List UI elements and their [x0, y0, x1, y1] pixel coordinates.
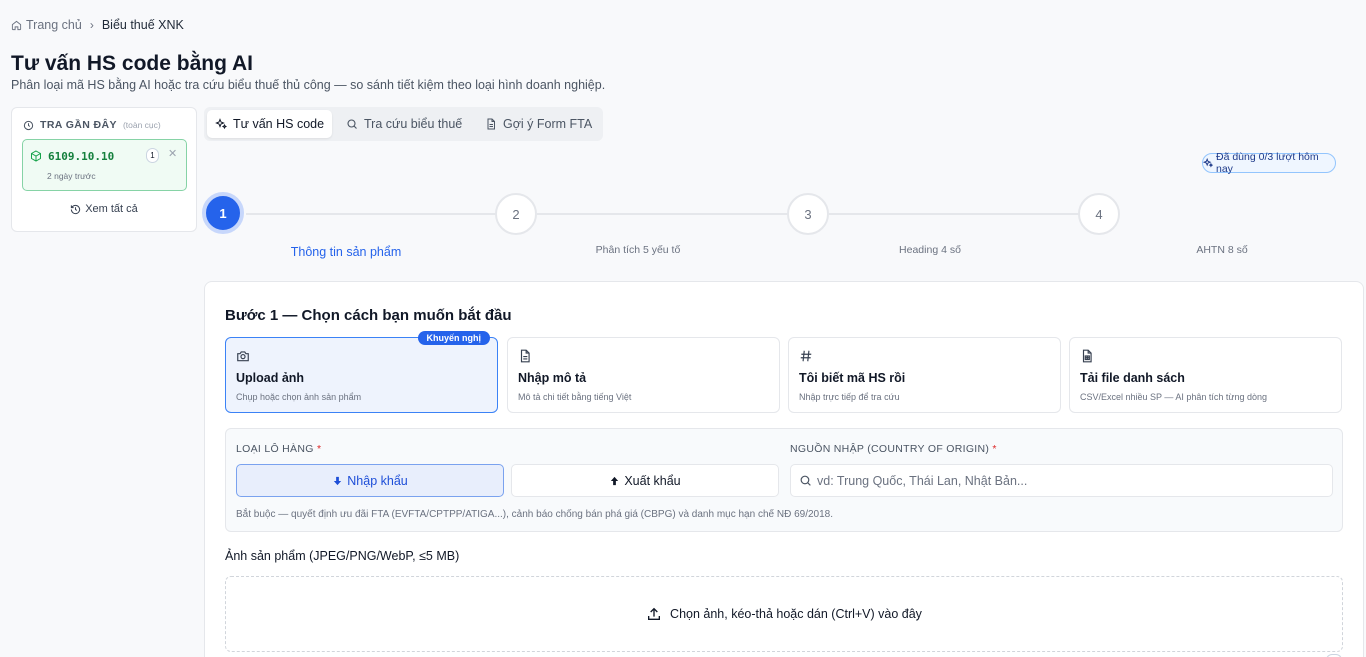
spreadsheet-icon [1080, 349, 1094, 363]
option-desc: CSV/Excel nhiều SP — AI phân tích từng d… [1080, 392, 1267, 402]
origin-label-text: NGUỒN NHẬP (COUNTRY OF ORIGIN) [790, 443, 990, 455]
dropzone-text: Chọn ảnh, kéo-thả hoặc dán (Ctrl+V) vào … [670, 607, 922, 621]
arrow-down-icon [332, 475, 343, 487]
step-2-label: Phân tích 5 yếu tố [595, 244, 681, 256]
recent-lookups-scope: (toàn cục) [122, 120, 161, 130]
upload-icon [646, 606, 662, 622]
option-name: Tôi biết mã HS rồi [799, 371, 906, 385]
image-upload-label: Ảnh sản phẩm (JPEG/PNG/WebP, ≤5 MB) [225, 549, 460, 563]
import-label: Nhập khẩu [347, 473, 408, 488]
breadcrumb-home-label: Trang chủ [26, 18, 82, 32]
usage-badge: Đã dùng 0/3 lượt hôm nay [1202, 151, 1336, 175]
option-desc: Chụp hoặc chọn ảnh sản phẩm [236, 392, 362, 402]
step-connector [829, 213, 1079, 215]
step-2-indicator: 2 [495, 193, 537, 235]
step-4-indicator: 4 [1078, 193, 1120, 235]
arrow-up-icon [609, 475, 620, 487]
shipment-type-label: LOẠI LÔ HÀNG * [236, 443, 321, 455]
option-desc: Mô tả chi tiết bằng tiếng Việt [518, 392, 632, 402]
recent-lookups-card: TRA GẦN ĐÂY (toàn cục) 6109.10.10 1 ✕ 2 … [11, 107, 197, 232]
page-title: Tư vấn HS code bằng AI [11, 52, 253, 75]
step-3-label: Heading 4 số [899, 244, 961, 256]
search-icon [346, 118, 358, 130]
origin-field[interactable] [790, 464, 1333, 497]
option-name: Nhập mô tả [518, 371, 587, 385]
document-icon [485, 118, 497, 130]
recent-lookups-title: TRA GẦN ĐÂY [40, 119, 117, 131]
option-upload-list-file[interactable]: Tải file danh sách CSV/Excel nhiều SP — … [1069, 337, 1342, 413]
sparkles-icon [1203, 158, 1213, 168]
breadcrumb-current: Biểu thuế XNK [101, 18, 184, 32]
export-button[interactable]: Xuất khẩu [511, 464, 779, 497]
home-icon [11, 20, 22, 31]
shipment-form: LOẠI LÔ HÀNG * Nhập khẩu Xuất khẩu NGUỒN… [225, 428, 1343, 532]
origin-input[interactable] [817, 465, 1327, 496]
option-name: Tải file danh sách [1080, 371, 1185, 385]
recent-item-code: 6109.10.10 [48, 150, 115, 163]
tab-fta-form[interactable]: Gợi ý Form FTA [477, 110, 600, 138]
breadcrumb: Trang chủ › Biểu thuế XNK [11, 18, 184, 32]
step-1-panel: Bước 1 — Chọn cách bạn muốn bắt đầu Khuy… [204, 281, 1364, 657]
tab-label: Tra cứu biểu thuế [364, 117, 463, 131]
breadcrumb-home-link[interactable]: Trang chủ [11, 18, 82, 32]
option-upload-image[interactable]: Khuyến nghị Upload ảnh Chụp hoặc chọn ản… [225, 331, 498, 413]
tab-label: Tư vấn HS code [233, 117, 325, 131]
option-enter-description[interactable]: Nhập mô tả Mô tả chi tiết bằng tiếng Việ… [507, 337, 780, 413]
option-name: Upload ảnh [236, 371, 305, 385]
tab-tariff-lookup[interactable]: Tra cứu biểu thuế [338, 110, 470, 138]
step-1-title: Bước 1 — Chọn cách bạn muốn bắt đầu [225, 307, 512, 324]
option-desc: Nhập trực tiếp để tra cứu [799, 392, 900, 402]
tab-label: Gợi ý Form FTA [503, 117, 593, 131]
recent-item-time: 2 ngày trước [47, 171, 96, 181]
search-icon [799, 474, 812, 487]
hash-icon [799, 349, 813, 363]
recent-lookups-header: TRA GẦN ĐÂY (toàn cục) [23, 119, 161, 131]
shipment-type-label-text: LOẠI LÔ HÀNG [236, 443, 314, 455]
import-button[interactable]: Nhập khẩu [236, 464, 504, 497]
tab-hs-advisor[interactable]: Tư vấn HS code [207, 110, 333, 138]
required-mark: * [992, 443, 997, 455]
camera-icon [236, 349, 250, 363]
step-1-label: Thông tin sản phẩm [290, 245, 402, 259]
step-4-label: AHTN 8 số [1196, 244, 1248, 256]
package-icon [30, 150, 42, 162]
view-all-label: Xem tất cả [85, 203, 138, 215]
chevron-right-icon: › [89, 18, 94, 32]
view-all-button[interactable]: Xem tất cả [12, 203, 196, 215]
sparkles-icon [215, 118, 227, 130]
image-dropzone[interactable]: Chọn ảnh, kéo-thả hoặc dán (Ctrl+V) vào … [225, 576, 1343, 652]
mode-tabs: Tư vấn HS code Tra cứu biểu thuế Gợi ý F… [204, 107, 603, 141]
recent-item[interactable]: 6109.10.10 1 ✕ 2 ngày trước [22, 139, 187, 191]
step-connector [537, 213, 788, 215]
close-icon[interactable]: ✕ [168, 147, 177, 160]
page-subtitle: Phân loại mã HS bằng AI hoặc tra cứu biể… [11, 78, 606, 92]
required-mark: * [316, 443, 322, 455]
recent-item-count: 1 [146, 148, 159, 163]
origin-label: NGUỒN NHẬP (COUNTRY OF ORIGIN) * [790, 443, 997, 455]
file-text-icon [518, 349, 532, 363]
clock-icon [23, 120, 34, 131]
step-1-indicator: 1 [202, 192, 244, 234]
option-known-hs-code[interactable]: Tôi biết mã HS rồi Nhập trực tiếp để tra… [788, 337, 1061, 413]
step-connector [246, 213, 496, 215]
usage-label: Đã dùng 0/3 lượt hôm nay [1216, 151, 1319, 175]
history-icon [70, 204, 81, 215]
recommended-badge: Khuyến nghị [417, 331, 490, 345]
step-3-indicator: 3 [787, 193, 829, 235]
shipment-hint: Bắt buộc — quyết định ưu đãi FTA (EVFTA/… [236, 509, 834, 520]
export-label: Xuất khẩu [624, 473, 681, 488]
